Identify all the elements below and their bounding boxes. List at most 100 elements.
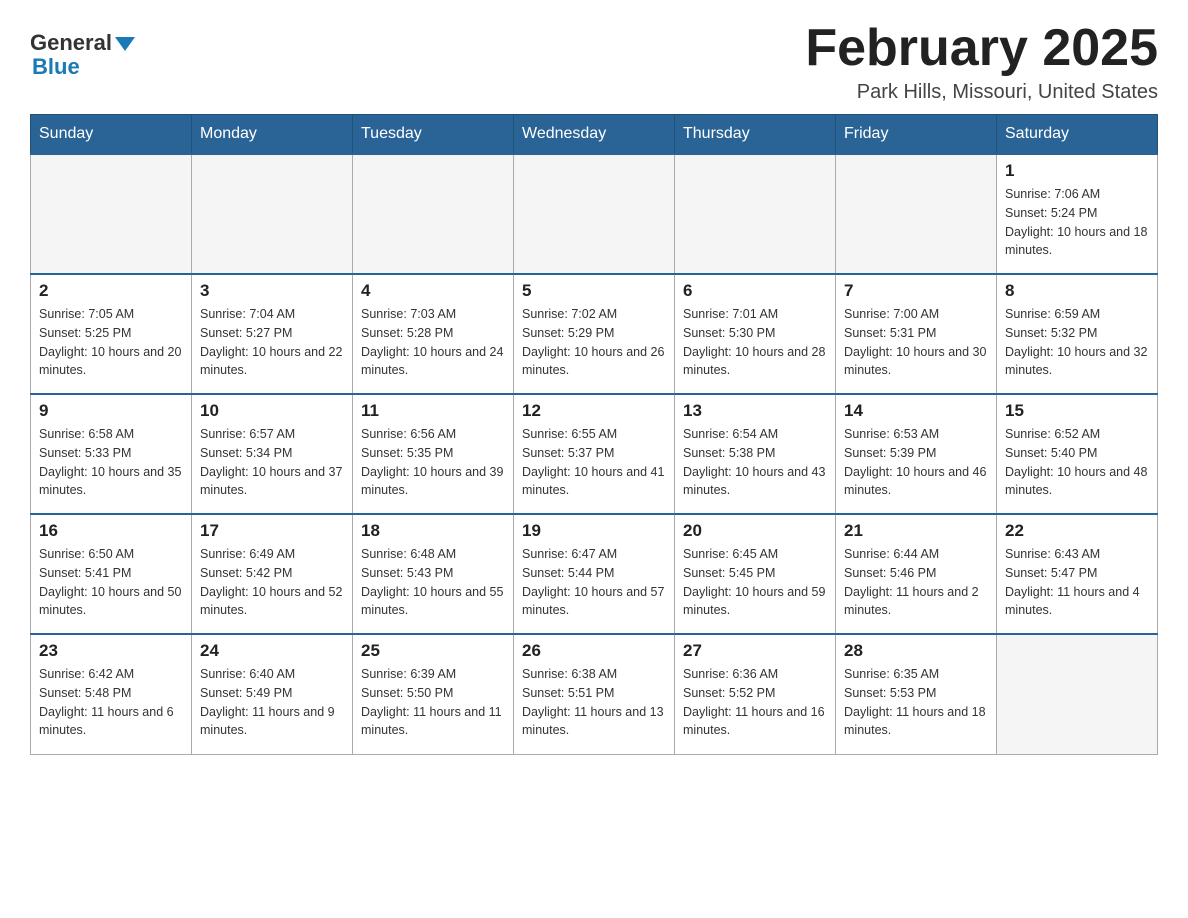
calendar-week-row: 1 Sunrise: 7:06 AMSunset: 5:24 PMDaylight… — [31, 154, 1158, 274]
calendar-day-cell: 23Sunrise: 6:42 AMSunset: 5:48 PMDayligh… — [31, 634, 192, 754]
calendar-day-cell: 7Sunrise: 7:00 AMSunset: 5:31 PMDaylight… — [836, 274, 997, 394]
calendar-title: February 2025 — [805, 20, 1158, 77]
day-number: 20 — [683, 521, 827, 541]
day-info: Sunrise: 6:40 AMSunset: 5:49 PMDaylight:… — [200, 665, 344, 740]
day-number: 5 — [522, 281, 666, 301]
day-number: 14 — [844, 401, 988, 421]
calendar-day-cell: 27 Sunrise: 6:36 AMSunset: 5:52 PMDayligh… — [675, 634, 836, 754]
calendar-day-cell: 25Sunrise: 6:39 AMSunset: 5:50 PMDayligh… — [353, 634, 514, 754]
calendar-week-row: 9 Sunrise: 6:58 AMSunset: 5:33 PMDaylight… — [31, 394, 1158, 514]
day-number: 15 — [1005, 401, 1149, 421]
calendar-day-cell: 24Sunrise: 6:40 AMSunset: 5:49 PMDayligh… — [192, 634, 353, 754]
calendar-day-cell — [997, 634, 1158, 754]
day-info: Sunrise: 7:05 AMSunset: 5:25 PMDaylight:… — [39, 305, 183, 380]
day-number: 21 — [844, 521, 988, 541]
day-info: Sunrise: 7:04 AMSunset: 5:27 PMDaylight:… — [200, 305, 344, 380]
calendar-day-cell: 14 Sunrise: 6:53 AMSunset: 5:39 PMDayligh… — [836, 394, 997, 514]
calendar-day-cell: 1 Sunrise: 7:06 AMSunset: 5:24 PMDaylight… — [997, 154, 1158, 274]
calendar-day-cell — [836, 154, 997, 274]
day-info: Sunrise: 7:03 AMSunset: 5:28 PMDaylight:… — [361, 305, 505, 380]
calendar-day-cell — [514, 154, 675, 274]
day-info: Sunrise: 7:02 AMSunset: 5:29 PMDaylight:… — [522, 305, 666, 380]
day-info: Sunrise: 6:55 AMSunset: 5:37 PMDaylight:… — [522, 425, 666, 500]
calendar-day-cell: 3 Sunrise: 7:04 AMSunset: 5:27 PMDaylight… — [192, 274, 353, 394]
day-number: 27 — [683, 641, 827, 661]
calendar-day-cell: 28 Sunrise: 6:35 AMSunset: 5:53 PMDayligh… — [836, 634, 997, 754]
calendar-day-cell: 19Sunrise: 6:47 AMSunset: 5:44 PMDayligh… — [514, 514, 675, 634]
calendar-day-header: Wednesday — [514, 115, 675, 155]
day-number: 19 — [522, 521, 666, 541]
calendar-day-cell — [31, 154, 192, 274]
day-number: 16 — [39, 521, 183, 541]
calendar-day-header: Saturday — [997, 115, 1158, 155]
calendar-table: SundayMondayTuesdayWednesdayThursdayFrid… — [30, 114, 1158, 755]
day-info: Sunrise: 6:57 AMSunset: 5:34 PMDaylight:… — [200, 425, 344, 500]
calendar-day-header: Tuesday — [353, 115, 514, 155]
day-number: 2 — [39, 281, 183, 301]
calendar-day-cell — [675, 154, 836, 274]
day-info: Sunrise: 7:00 AMSunset: 5:31 PMDaylight:… — [844, 305, 988, 380]
day-info: Sunrise: 6:38 AMSunset: 5:51 PMDaylight:… — [522, 665, 666, 740]
calendar-day-cell: 2 Sunrise: 7:05 AMSunset: 5:25 PMDaylight… — [31, 274, 192, 394]
day-info: Sunrise: 6:43 AMSunset: 5:47 PMDaylight:… — [1005, 545, 1149, 620]
day-info: Sunrise: 6:42 AMSunset: 5:48 PMDaylight:… — [39, 665, 183, 740]
calendar-day-cell — [192, 154, 353, 274]
logo-general: General — [30, 30, 135, 56]
calendar-day-cell: 13 Sunrise: 6:54 AMSunset: 5:38 PMDayligh… — [675, 394, 836, 514]
day-info: Sunrise: 6:39 AMSunset: 5:50 PMDaylight:… — [361, 665, 505, 740]
day-number: 26 — [522, 641, 666, 661]
calendar-day-cell: 18 Sunrise: 6:48 AMSunset: 5:43 PMDayligh… — [353, 514, 514, 634]
calendar-day-cell: 26 Sunrise: 6:38 AMSunset: 5:51 PMDayligh… — [514, 634, 675, 754]
calendar-day-cell: 6Sunrise: 7:01 AMSunset: 5:30 PMDaylight… — [675, 274, 836, 394]
calendar-week-row: 16 Sunrise: 6:50 AMSunset: 5:41 PMDayligh… — [31, 514, 1158, 634]
calendar-day-header: Sunday — [31, 115, 192, 155]
calendar-day-cell: 4 Sunrise: 7:03 AMSunset: 5:28 PMDaylight… — [353, 274, 514, 394]
day-number: 13 — [683, 401, 827, 421]
calendar-day-header: Friday — [836, 115, 997, 155]
day-info: Sunrise: 6:59 AMSunset: 5:32 PMDaylight:… — [1005, 305, 1149, 380]
calendar-day-header: Monday — [192, 115, 353, 155]
logo-general-text: General — [30, 30, 112, 56]
day-info: Sunrise: 6:50 AMSunset: 5:41 PMDaylight:… — [39, 545, 183, 620]
calendar-day-cell: 10Sunrise: 6:57 AMSunset: 5:34 PMDayligh… — [192, 394, 353, 514]
day-number: 22 — [1005, 521, 1149, 541]
day-number: 4 — [361, 281, 505, 301]
day-info: Sunrise: 7:01 AMSunset: 5:30 PMDaylight:… — [683, 305, 827, 380]
day-number: 11 — [361, 401, 505, 421]
calendar-header-row: SundayMondayTuesdayWednesdayThursdayFrid… — [31, 115, 1158, 155]
calendar-day-header: Thursday — [675, 115, 836, 155]
logo-arrow-icon — [115, 37, 135, 51]
calendar-day-cell: 9 Sunrise: 6:58 AMSunset: 5:33 PMDaylight… — [31, 394, 192, 514]
title-section: February 2025 Park Hills, Missouri, Unit… — [805, 20, 1158, 104]
day-number: 28 — [844, 641, 988, 661]
page-header: General Blue February 2025 Park Hills, M… — [30, 20, 1158, 104]
day-info: Sunrise: 6:35 AMSunset: 5:53 PMDaylight:… — [844, 665, 988, 740]
day-info: Sunrise: 6:54 AMSunset: 5:38 PMDaylight:… — [683, 425, 827, 500]
day-info: Sunrise: 6:53 AMSunset: 5:39 PMDaylight:… — [844, 425, 988, 500]
calendar-week-row: 2 Sunrise: 7:05 AMSunset: 5:25 PMDaylight… — [31, 274, 1158, 394]
day-info: Sunrise: 6:44 AMSunset: 5:46 PMDaylight:… — [844, 545, 988, 620]
calendar-day-cell: 22 Sunrise: 6:43 AMSunset: 5:47 PMDayligh… — [997, 514, 1158, 634]
calendar-day-cell: 21 Sunrise: 6:44 AMSunset: 5:46 PMDayligh… — [836, 514, 997, 634]
day-info: Sunrise: 7:06 AMSunset: 5:24 PMDaylight:… — [1005, 185, 1149, 260]
calendar-day-cell: 5 Sunrise: 7:02 AMSunset: 5:29 PMDaylight… — [514, 274, 675, 394]
logo-blue-text: Blue — [32, 54, 80, 80]
day-number: 1 — [1005, 161, 1149, 181]
day-number: 3 — [200, 281, 344, 301]
day-number: 9 — [39, 401, 183, 421]
calendar-day-cell: 20 Sunrise: 6:45 AMSunset: 5:45 PMDayligh… — [675, 514, 836, 634]
day-number: 12 — [522, 401, 666, 421]
day-info: Sunrise: 6:49 AMSunset: 5:42 PMDaylight:… — [200, 545, 344, 620]
day-number: 8 — [1005, 281, 1149, 301]
day-info: Sunrise: 6:56 AMSunset: 5:35 PMDaylight:… — [361, 425, 505, 500]
day-info: Sunrise: 6:48 AMSunset: 5:43 PMDaylight:… — [361, 545, 505, 620]
day-number: 18 — [361, 521, 505, 541]
day-info: Sunrise: 6:45 AMSunset: 5:45 PMDaylight:… — [683, 545, 827, 620]
day-number: 17 — [200, 521, 344, 541]
day-info: Sunrise: 6:58 AMSunset: 5:33 PMDaylight:… — [39, 425, 183, 500]
day-info: Sunrise: 6:36 AMSunset: 5:52 PMDaylight:… — [683, 665, 827, 740]
calendar-day-cell: 17 Sunrise: 6:49 AMSunset: 5:42 PMDayligh… — [192, 514, 353, 634]
calendar-day-cell: 12 Sunrise: 6:55 AMSunset: 5:37 PMDayligh… — [514, 394, 675, 514]
day-info: Sunrise: 6:52 AMSunset: 5:40 PMDaylight:… — [1005, 425, 1149, 500]
calendar-subtitle: Park Hills, Missouri, United States — [805, 81, 1158, 104]
